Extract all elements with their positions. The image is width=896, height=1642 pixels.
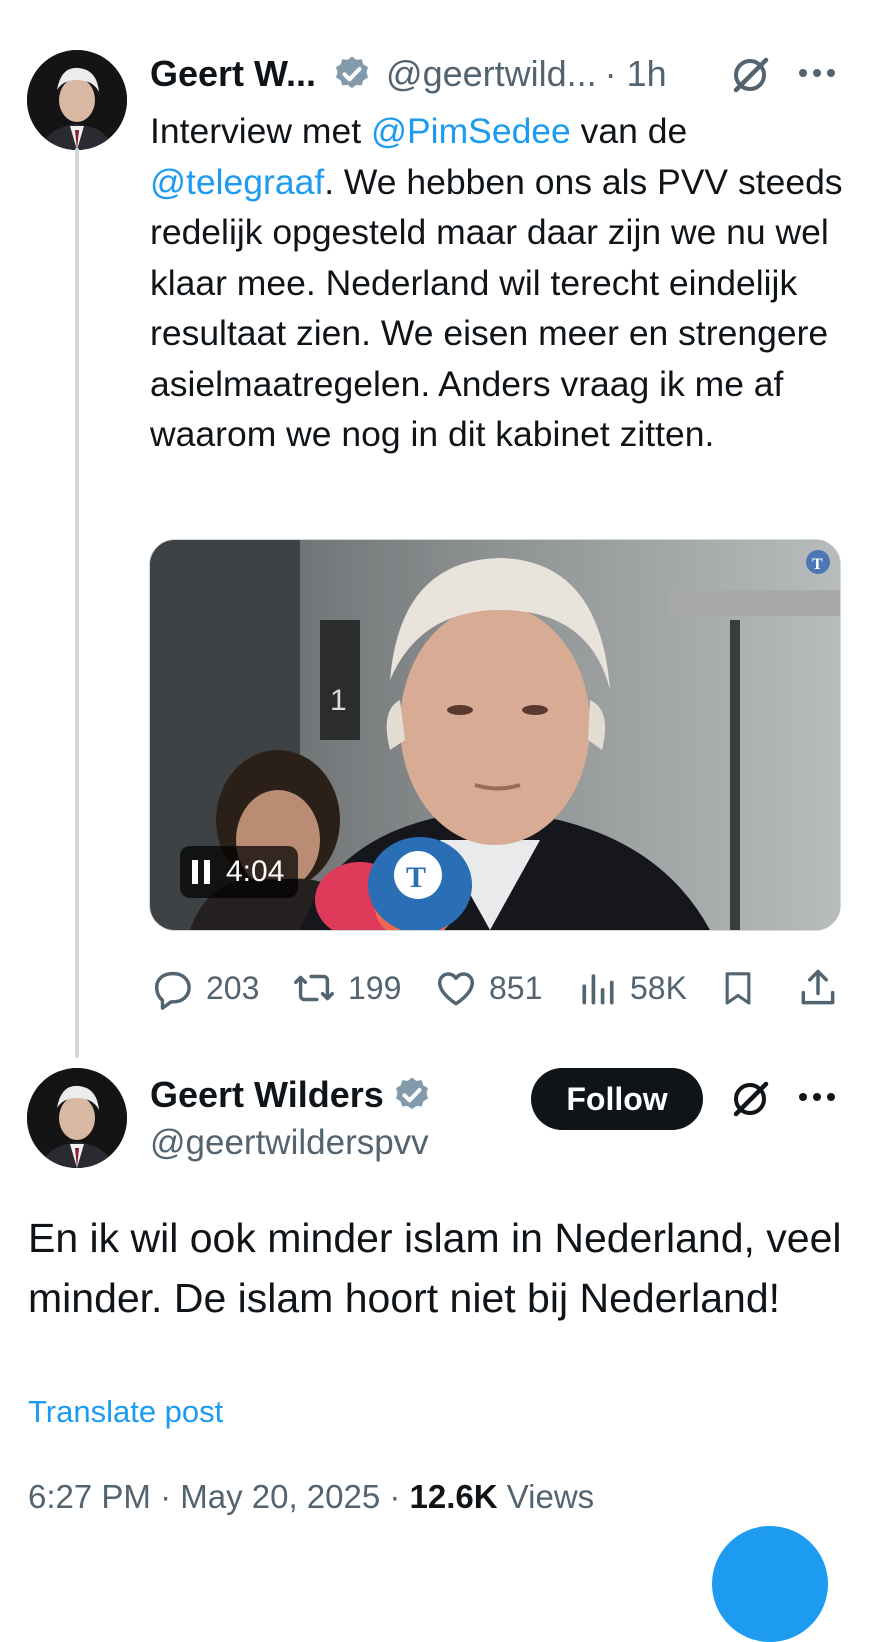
share-icon[interactable] [796,960,840,1016]
mention-link[interactable]: @telegraaf [150,162,324,202]
verified-badge-icon [392,1075,432,1115]
reply-icon [150,965,196,1011]
repost-icon [290,965,338,1011]
svg-text:T: T [406,861,426,894]
translate-post-link[interactable]: Translate post [28,1394,223,1430]
views-icon [576,965,620,1011]
grok-icon[interactable] [728,1077,772,1126]
like-count: 851 [489,969,543,1006]
post-meta: 6:27 PM · May 20, 2025 · 12.6K Views [28,1478,594,1516]
author-handle[interactable]: @geertwild... [386,50,597,98]
video-time-badge[interactable]: 4:04 [180,846,299,898]
author-handle[interactable]: @geertwilderspvv [150,1120,432,1166]
author-avatar[interactable] [27,50,127,150]
tweet1-text-part: van de [570,111,688,151]
compose-fab[interactable] [712,1526,828,1642]
svg-text:1: 1 [330,684,347,717]
author-name[interactable]: Geert Wilders [150,1072,384,1118]
follow-button[interactable]: Follow [531,1068,703,1130]
author-avatar[interactable] [27,1068,127,1168]
tweet1-text: Interview met @PimSedee van de @telegraa… [150,106,850,460]
like-button[interactable]: 851 [433,960,542,1016]
tweet1-text-part: Interview met [150,111,371,151]
grok-icon[interactable] [728,53,772,102]
repost-count: 199 [348,969,402,1006]
reply-button[interactable]: 203 [150,960,259,1016]
tweet1-header: Geert W... @geertwild... · 1h [150,50,667,98]
post-timestamp[interactable]: 6:27 PM · May 20, 2025 · [28,1478,410,1515]
svg-text:T: T [812,556,823,573]
more-icon[interactable] [796,66,838,85]
post-time[interactable]: · 1h [605,50,667,98]
video-player[interactable]: 1 T T 4:04 [149,539,841,931]
repost-button[interactable]: 199 [290,960,401,1016]
more-icon[interactable] [796,1090,838,1109]
tweet1-actions: 203 199 851 58K [150,960,840,1016]
thread-connector-line [75,148,79,1058]
verified-badge-icon [332,54,372,94]
tweet2-header: Geert Wilders @geertwilderspvv [150,1072,432,1166]
tweet1-text-part: . We hebben ons als PVV steeds redelijk … [150,161,843,455]
author-name[interactable]: Geert W... [150,50,316,98]
views-count: 12.6K [409,1478,498,1515]
views-button[interactable]: 58K [576,960,687,1016]
views-label: Views [497,1478,595,1515]
like-icon [433,965,479,1011]
bookmark-icon[interactable] [718,960,758,1016]
tweet2-text: En ik wil ook minder islam in Nederland,… [28,1215,842,1321]
video-duration: 4:04 [226,855,285,888]
reply-count: 203 [206,969,260,1006]
views-count: 58K [630,969,687,1006]
mention-link[interactable]: @PimSedee [371,111,571,151]
pause-icon[interactable] [192,860,210,884]
